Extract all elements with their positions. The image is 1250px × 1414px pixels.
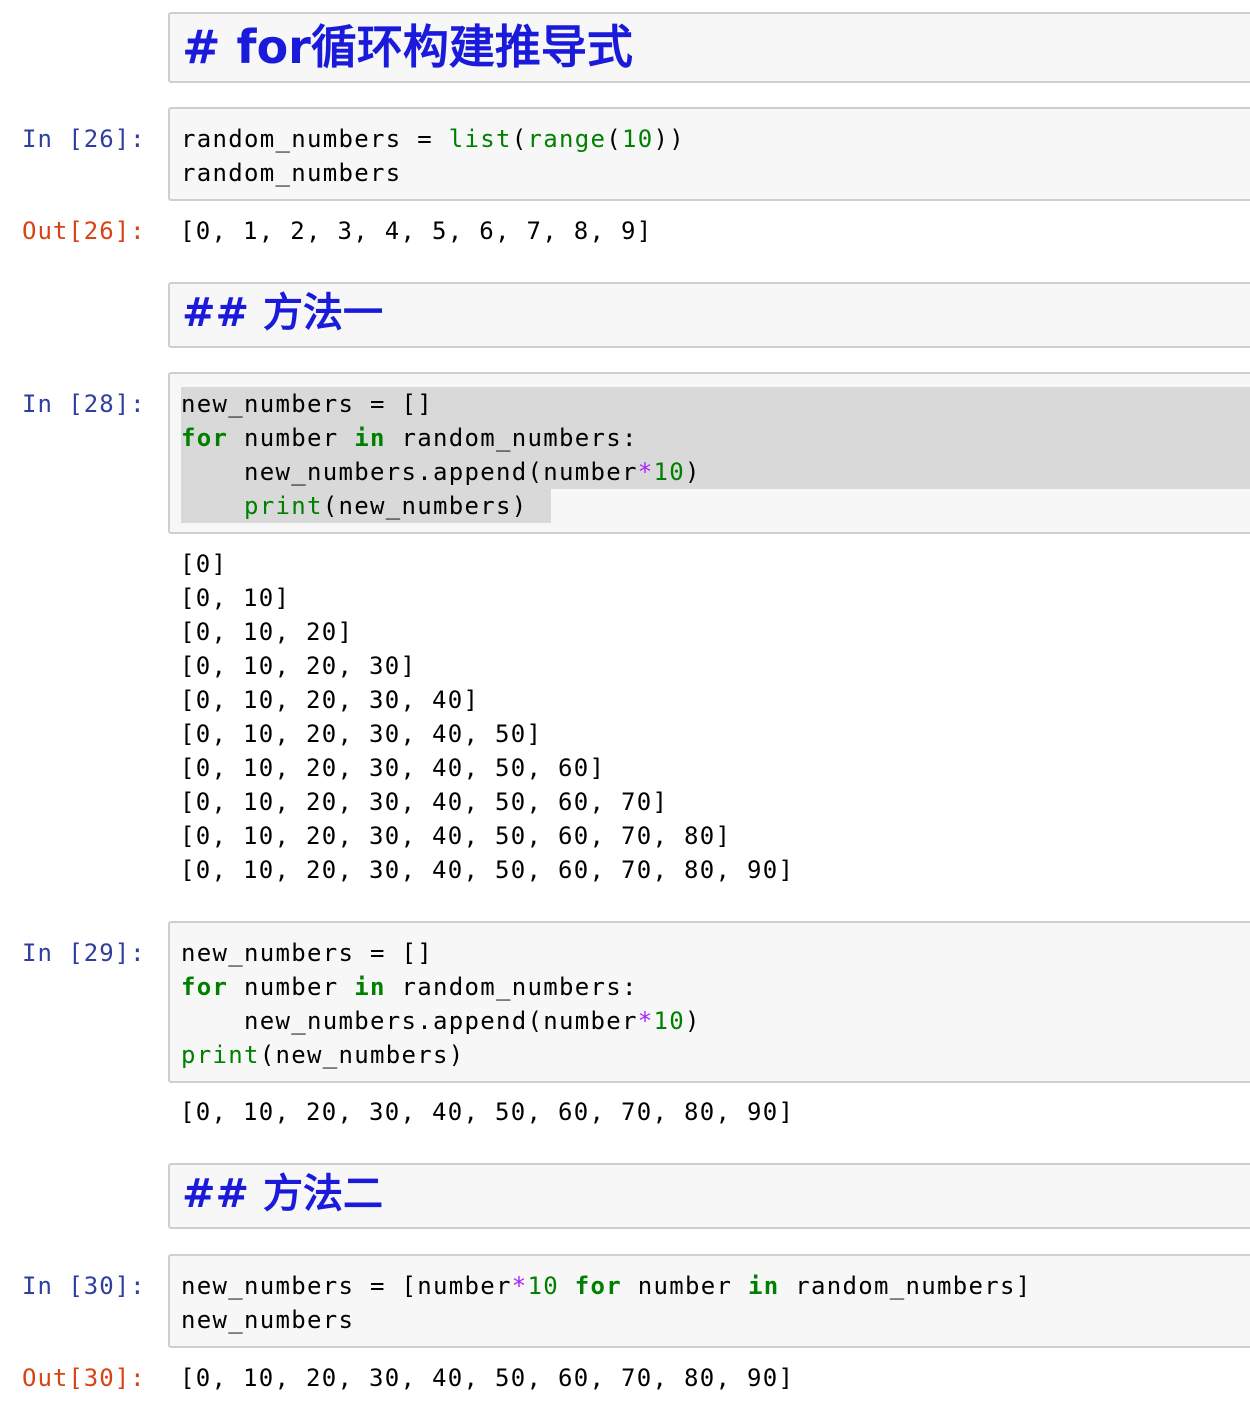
code-number: 10 — [653, 1007, 685, 1035]
code-cell-30[interactable]: new_numbers = [number*10 for number in r… — [168, 1254, 1250, 1348]
code-operator: * — [637, 1007, 654, 1035]
code-builtin: range — [527, 125, 607, 153]
code-number: 10 — [622, 125, 654, 153]
code-token: new_numbers = [number — [181, 1272, 512, 1300]
code-operator: * — [511, 1272, 528, 1300]
code-keyword: for — [574, 1272, 622, 1300]
code-line: new_numbers.append(number*10) — [181, 1004, 701, 1038]
code-keyword: for — [181, 424, 229, 452]
code-line: new_numbers = [] — [181, 936, 701, 970]
code-builtin: print — [181, 1041, 260, 1069]
code-operator: * — [637, 458, 654, 486]
code-token: number — [228, 424, 355, 452]
code-editor-26[interactable]: random_numbers = list(range(10)) random_n… — [181, 122, 685, 190]
output-prompt-30: Out[30]: — [22, 1364, 146, 1392]
code-token: new_numbers = [] — [181, 939, 433, 967]
code-token: ) — [684, 458, 701, 486]
output-line: [0] — [180, 550, 228, 578]
code-token: new_numbers.append(number — [181, 1007, 638, 1035]
markdown-cell-method-2[interactable]: ## 方法二 — [168, 1163, 1250, 1229]
output-line: [0, 10, 20, 30] — [180, 652, 417, 680]
code-token: random_numbers: — [385, 973, 638, 1001]
output-prompt-26: Out[26]: — [22, 217, 146, 245]
code-line: random_numbers — [181, 156, 685, 190]
code-token: (new_numbers) — [259, 1041, 465, 1069]
markdown-cell-method-1[interactable]: ## 方法一 — [168, 282, 1250, 348]
code-token: new_numbers — [181, 1306, 355, 1334]
code-cell-26[interactable]: random_numbers = list(range(10)) random_n… — [168, 107, 1250, 201]
code-editor-30[interactable]: new_numbers = [number*10 for number in r… — [181, 1269, 1031, 1337]
output-line: [0, 10, 20, 30, 40, 50, 60] — [180, 754, 606, 782]
code-line: new_numbers = [] — [181, 387, 701, 421]
output-line: [0, 10, 20, 30, 40, 50, 60, 70, 80, 90] — [180, 1364, 795, 1392]
code-line: random_numbers = list(range(10)) — [181, 122, 685, 156]
code-keyword: for — [181, 973, 229, 1001]
code-keyword: in — [354, 973, 386, 1001]
code-editor-29[interactable]: new_numbers = [] for number in random_num… — [181, 936, 701, 1072]
code-token: random_numbers = — [181, 125, 449, 153]
code-line: print(new_numbers) — [181, 489, 701, 523]
output-line: [0, 10, 20, 30, 40, 50, 60, 70] — [180, 788, 669, 816]
code-keyword: in — [747, 1272, 780, 1300]
input-prompt-28: In [28]: — [22, 390, 146, 418]
code-number: 10 — [527, 1272, 559, 1300]
code-token: random_numbers: — [385, 424, 638, 452]
code-editor-28[interactable]: new_numbers = [] for number in random_num… — [181, 387, 701, 523]
output-area-28: [0] [0, 10] [0, 10, 20] [0, 10, 20, 30] [0, … — [180, 547, 794, 887]
code-line: new_numbers.append(number*10) — [181, 455, 701, 489]
code-token: number — [621, 1272, 748, 1300]
code-token: number — [228, 973, 355, 1001]
output-line: [0, 10, 20, 30, 40, 50, 60, 70, 80] — [180, 822, 732, 850]
code-token: random_numbers — [181, 159, 402, 187]
input-prompt-30: In [30]: — [22, 1272, 146, 1300]
code-token: (new_numbers) — [322, 492, 528, 520]
code-token: new_numbers = [] — [181, 390, 433, 418]
input-prompt-26: In [26]: — [22, 125, 146, 153]
output-line: [0, 10, 20, 30, 40, 50, 60, 70, 80, 90] — [180, 1098, 795, 1126]
output-line: [0, 1, 2, 3, 4, 5, 6, 7, 8, 9] — [180, 217, 653, 245]
output-line: [0, 10, 20, 30, 40, 50, 60, 70, 80, 90] — [180, 856, 795, 884]
output-line: [0, 10, 20] — [180, 618, 354, 646]
output-line: [0, 10, 20, 30, 40] — [180, 686, 480, 714]
code-token: ( — [511, 125, 528, 153]
code-number: 10 — [653, 458, 685, 486]
code-token: ) — [684, 1007, 701, 1035]
code-token: ( — [606, 125, 622, 153]
markdown-heading-h2: ## 方法二 — [182, 1171, 383, 1217]
code-line: print(new_numbers) — [181, 1038, 701, 1072]
output-line: [0, 10, 20, 30, 40, 50] — [180, 720, 543, 748]
markdown-heading-h2: ## 方法一 — [182, 290, 383, 336]
code-cell-29[interactable]: new_numbers = [] for number in random_num… — [168, 921, 1250, 1083]
input-prompt-29: In [29]: — [22, 939, 146, 967]
markdown-cell-title[interactable]: # for循环构建推导式 — [168, 12, 1250, 83]
code-line: new_numbers = [number*10 for number in r… — [181, 1269, 1031, 1303]
code-line: for number in random_numbers: — [181, 970, 701, 1004]
code-cell-28[interactable]: new_numbers = [] for number in random_num… — [168, 372, 1250, 534]
code-builtin: list — [448, 125, 512, 153]
code-token: random_numbers] — [779, 1272, 1032, 1300]
output-line: [0, 10] — [180, 584, 291, 612]
output-area-30: [0, 10, 20, 30, 40, 50, 60, 70, 80, 90] — [180, 1361, 794, 1395]
code-keyword: in — [354, 424, 386, 452]
code-builtin: print — [244, 492, 323, 520]
code-token: new_numbers.append(number — [181, 458, 638, 486]
output-area-26: [0, 1, 2, 3, 4, 5, 6, 7, 8, 9] — [180, 214, 652, 248]
code-line: for number in random_numbers: — [181, 421, 701, 455]
code-line: new_numbers — [181, 1303, 1031, 1337]
output-area-29: [0, 10, 20, 30, 40, 50, 60, 70, 80, 90] — [180, 1095, 794, 1129]
markdown-heading-h1: # for循环构建推导式 — [182, 20, 633, 74]
code-token: )) — [653, 125, 685, 153]
